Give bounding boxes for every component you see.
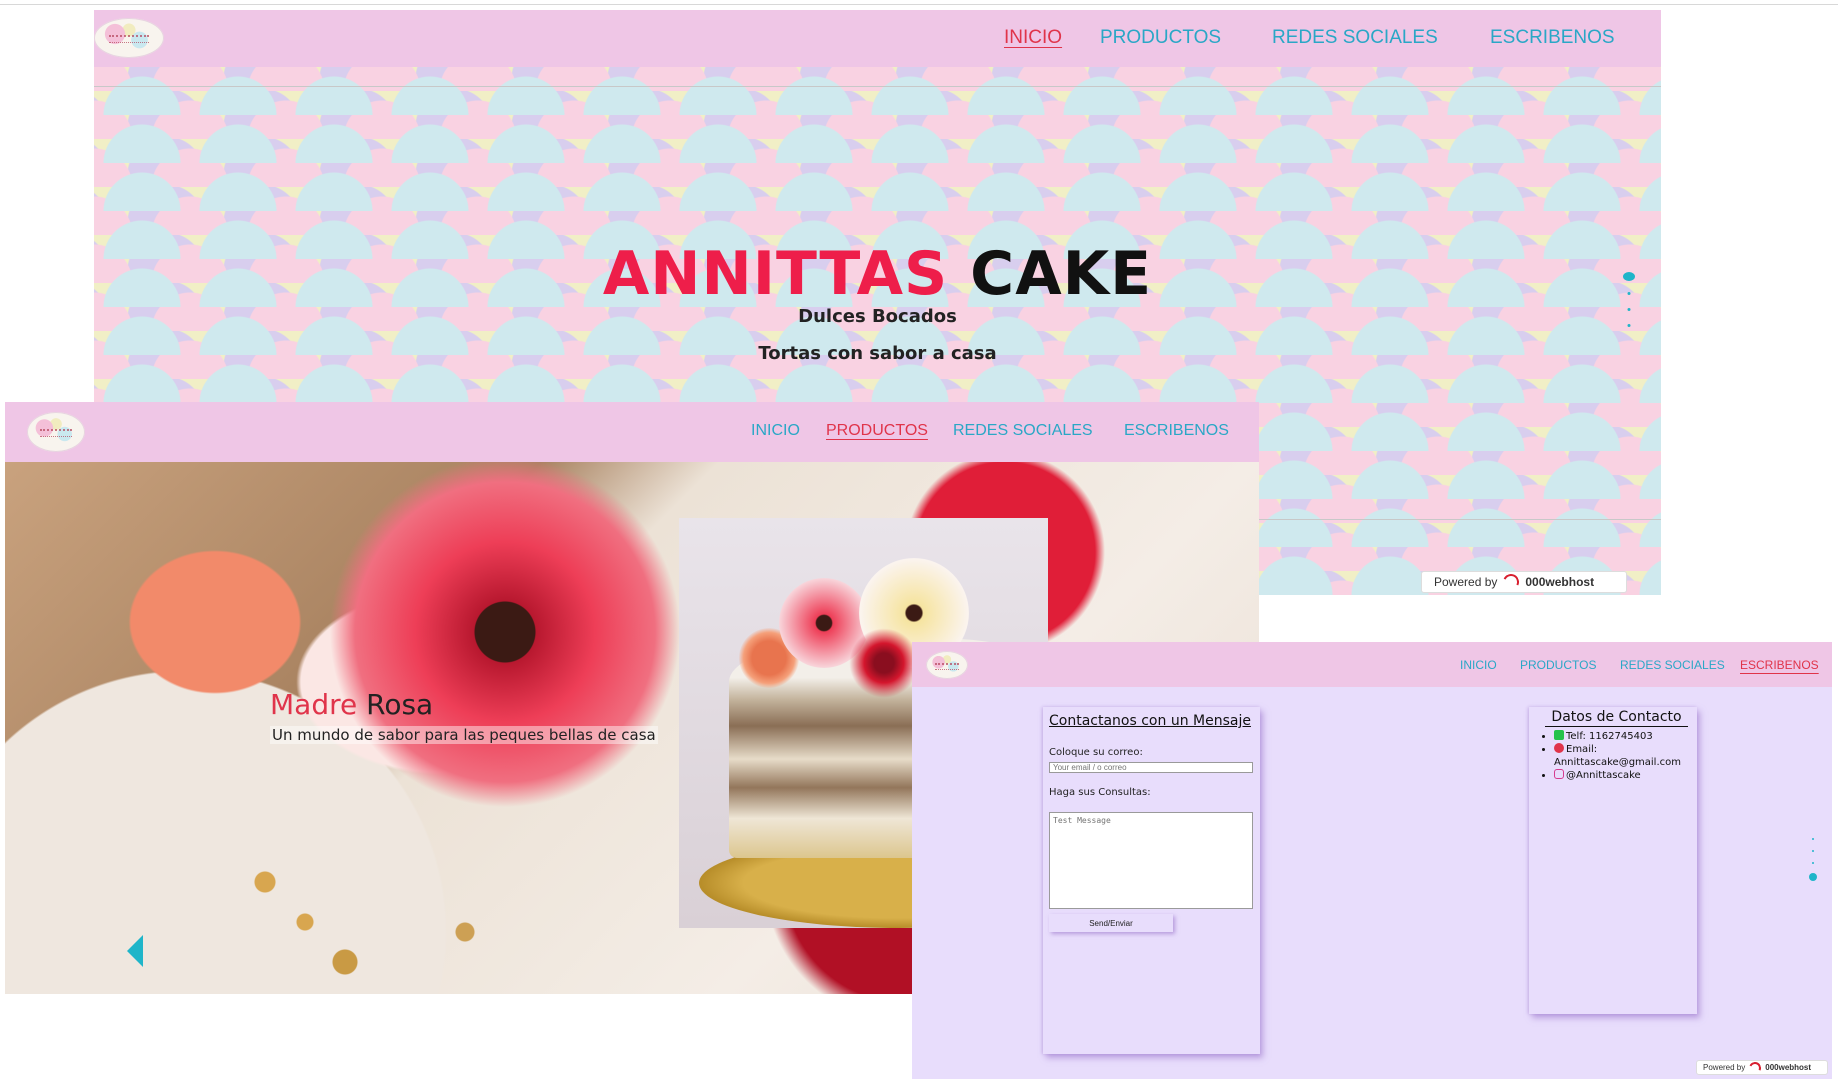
navbar: INICIO PRODUCTOS REDES SOCIALES ESCRIBEN… [5,402,1259,462]
powered-by-badge[interactable]: Powered by 000webhost [1696,1059,1828,1076]
webhost-brand: 000webhost [1525,575,1595,589]
phone-icon [1554,730,1564,740]
slide-title: Madre Rosa [270,688,433,721]
powered-by-badge[interactable]: Powered by 000webhost [1421,571,1627,593]
email-field[interactable] [1049,762,1253,773]
hero-title-annittas: ANNITTAS [602,239,949,309]
slide-title-rosa: Rosa [366,688,434,721]
instagram-icon [1554,769,1564,779]
logo[interactable] [94,18,164,58]
section-dot[interactable] [1812,838,1814,840]
webhost-icon [1747,1059,1763,1076]
navbar: INICIO PRODUCTOS REDES SOCIALES ESCRIBEN… [94,10,1661,67]
contact-form-card: Contactanos con un Mensaje Coloque su co… [1043,707,1260,1054]
logo[interactable] [27,412,85,452]
nav-redes-sociales[interactable]: REDES SOCIALES [1620,658,1725,672]
hero-title: ANNITTAS CAKE [94,238,1661,310]
section-dot-active[interactable] [1809,873,1817,881]
section-dot[interactable] [1627,292,1631,295]
hero-subtitle: Dulces Bocados [798,306,957,327]
section-dot[interactable] [1627,324,1631,327]
send-button[interactable]: Send/Enviar [1049,914,1173,932]
powered-by-text: Powered by [1703,1063,1746,1072]
nav-escribenos[interactable]: ESCRIBENOS [1740,658,1819,672]
message-label: Haga sus Consultas: [1049,787,1151,798]
nav-escribenos[interactable]: ESCRIBENOS [1124,422,1229,440]
nav-inicio[interactable]: INICIO [751,422,800,440]
contact-list: Telf: 1162745403 Email: Annittascake@gma… [1540,730,1714,782]
nav-productos[interactable]: PRODUCTOS [1520,658,1596,672]
powered-by-text: Powered by [1434,575,1498,589]
slide-subtitle: Un mundo de sabor para las peques bellas… [270,726,658,744]
contact-instagram[interactable]: @Annittascake [1554,769,1714,782]
section-dot[interactable] [1627,308,1631,311]
nav-redes-sociales[interactable]: REDES SOCIALES [1272,27,1438,49]
arrow-left-icon[interactable] [127,935,143,967]
section-dot[interactable] [1812,850,1814,852]
nav-productos[interactable]: PRODUCTOS [1100,27,1221,49]
contact-info-card: Datos de Contacto Telf: 1162745403 Email… [1529,707,1697,1014]
logo[interactable] [926,651,968,679]
section-dot[interactable] [1812,862,1814,864]
contact-phone: Telf: 1162745403 [1554,730,1714,743]
form-title: Contactanos con un Mensaje [1049,713,1251,729]
navbar: INICIO PRODUCTOS REDES SOCIALES ESCRIBEN… [912,642,1832,687]
email-icon [1554,743,1564,753]
nav-inicio[interactable]: INICIO [1460,658,1497,672]
nav-redes-sociales[interactable]: REDES SOCIALES [953,422,1093,440]
webhost-brand: 000webhost [1765,1063,1812,1072]
nav-productos[interactable]: PRODUCTOS [826,422,928,440]
message-field[interactable] [1049,812,1253,909]
contact-info-title: Datos de Contacto [1545,709,1688,727]
contact-email: Email: Annittascake@gmail.com [1554,743,1714,769]
contact-screen: INICIO PRODUCTOS REDES SOCIALES ESCRIBEN… [912,642,1832,1079]
section-dots [1623,270,1635,330]
hero-tagline: Tortas con sabor a casa [758,343,997,364]
webhost-icon [1501,571,1522,593]
nav-inicio[interactable]: INICIO [1004,27,1062,49]
nav-escribenos[interactable]: ESCRIBENOS [1490,27,1615,49]
slide-title-madre: Madre [270,688,358,721]
section-dot-active[interactable] [1623,272,1635,281]
hero-title-cake: CAKE [970,239,1153,309]
email-label: Coloque su correo: [1049,747,1143,758]
section-dots [1807,838,1819,883]
